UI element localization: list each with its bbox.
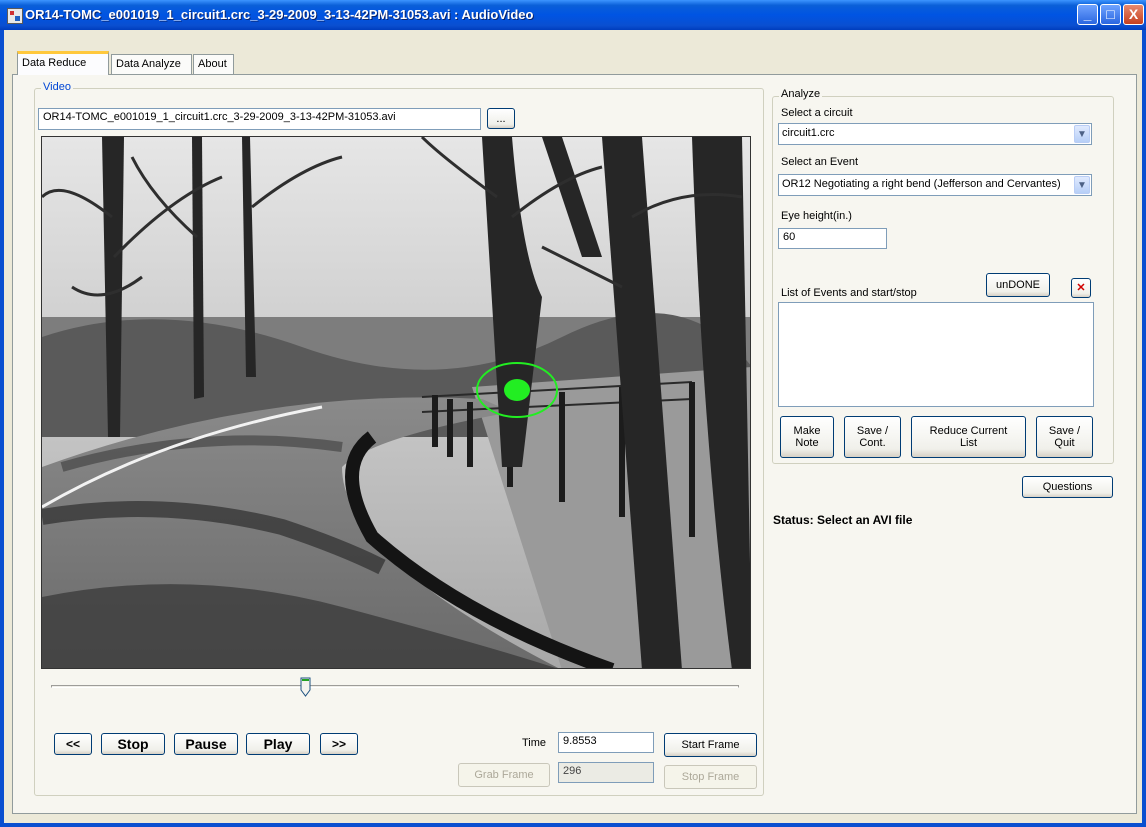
maximize-button[interactable]: □ (1100, 4, 1121, 25)
questions-button[interactable]: Questions (1022, 476, 1113, 498)
analyze-group-legend: Analyze (779, 88, 823, 100)
window-title: OR14-TOMC_e001019_1_circuit1.crc_3-29-20… (25, 7, 534, 22)
slider-thumb-icon (300, 677, 311, 697)
time-label: Time (522, 737, 547, 749)
minimize-icon: _ (1083, 6, 1092, 22)
tab-about[interactable]: About (193, 54, 234, 74)
video-slider-track[interactable] (51, 685, 739, 688)
status-text: Status: Select an AVI file (773, 513, 913, 527)
circuit-select-value: circuit1.crc (782, 127, 835, 139)
close-icon: ✕ (1076, 282, 1086, 294)
video-slider-thumb[interactable] (300, 677, 311, 697)
eye-height-input[interactable]: 60 (778, 228, 887, 249)
maximize-icon: □ (1106, 6, 1115, 22)
window-frame-bottom (0, 823, 1146, 827)
app-icon (7, 8, 23, 24)
tab-data-reduce[interactable]: Data Reduce (17, 51, 109, 75)
make-note-button[interactable]: Make Note (780, 416, 834, 458)
video-group-legend: Video (41, 81, 73, 93)
close-button[interactable]: X (1123, 4, 1144, 25)
event-label: Select an Event (781, 156, 859, 168)
title-bar[interactable]: OR14-TOMC_e001019_1_circuit1.crc_3-29-20… (0, 0, 1146, 30)
browse-button[interactable]: ... (487, 108, 515, 129)
circuit-label: Select a circuit (781, 107, 853, 119)
save-quit-button[interactable]: Save / Quit (1036, 416, 1093, 458)
circuit-select[interactable]: circuit1.crc (778, 123, 1092, 145)
delete-event-button[interactable]: ✕ (1071, 278, 1091, 298)
analyze-group (772, 96, 1114, 464)
window-frame-left (0, 30, 4, 827)
forward-button[interactable]: >> (320, 733, 358, 755)
chevron-down-icon[interactable]: ▼ (1074, 125, 1090, 143)
pause-button[interactable]: Pause (174, 733, 238, 755)
tab-label: About (198, 58, 227, 70)
play-button[interactable]: Play (246, 733, 310, 755)
gaze-point (504, 379, 530, 401)
minimize-button[interactable]: _ (1077, 4, 1098, 25)
time-input[interactable]: 9.8553 (558, 732, 654, 753)
chevron-down-icon[interactable]: ▼ (1074, 176, 1090, 194)
undone-button[interactable]: unDONE (986, 273, 1050, 297)
tab-data-analyze[interactable]: Data Analyze (111, 54, 192, 74)
rewind-button[interactable]: << (54, 733, 92, 755)
frame-number-input[interactable]: 296 (558, 762, 654, 783)
video-file-input[interactable]: OR14-TOMC_e001019_1_circuit1.crc_3-29-20… (38, 108, 481, 130)
tab-label: Data Analyze (116, 58, 181, 70)
tab-label: Data Reduce (22, 57, 87, 69)
video-image (42, 137, 750, 668)
close-icon: X (1128, 6, 1139, 22)
eye-height-label: Eye height(in.) (781, 210, 852, 222)
event-list-label: List of Events and start/stop (781, 287, 917, 299)
grab-frame-button[interactable]: Grab Frame (458, 763, 550, 787)
start-frame-button[interactable]: Start Frame (664, 733, 757, 757)
reduce-current-list-button[interactable]: Reduce Current List (911, 416, 1026, 458)
video-frame[interactable] (41, 136, 751, 669)
save-continue-button[interactable]: Save / Cont. (844, 416, 901, 458)
events-list[interactable] (778, 302, 1094, 407)
stop-frame-button[interactable]: Stop Frame (664, 765, 757, 789)
stop-button[interactable]: Stop (101, 733, 165, 755)
window-frame-right (1142, 30, 1146, 827)
event-select[interactable]: OR12 Negotiating a right bend (Jefferson… (778, 174, 1092, 196)
event-select-value: OR12 Negotiating a right bend (Jefferson… (782, 178, 1061, 190)
